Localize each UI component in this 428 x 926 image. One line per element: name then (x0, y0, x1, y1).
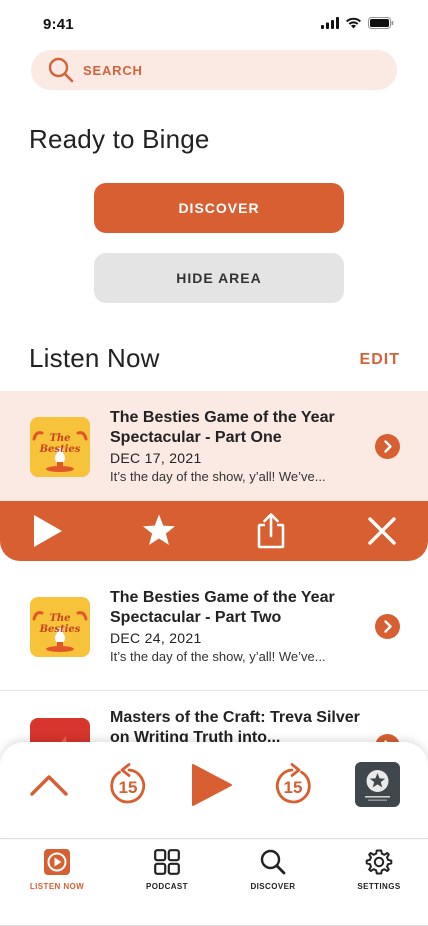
episode-date: DEC 17, 2021 (110, 450, 202, 466)
star-icon[interactable] (139, 511, 179, 551)
episode-description: It’s the day of the show, y’all! We’ve..… (110, 649, 326, 664)
play-button[interactable] (188, 762, 234, 808)
search-icon (48, 57, 74, 83)
tab-listen-now[interactable]: LISTEN NOW (12, 848, 102, 891)
episode-row[interactable]: The Besties The Besties Game of the Year… (0, 391, 428, 501)
share-icon[interactable] (251, 511, 291, 551)
chevron-up-icon[interactable] (28, 764, 70, 806)
section-title-listen-now: Listen Now (29, 343, 160, 373)
chevron-right-icon[interactable] (375, 434, 400, 459)
episode-row[interactable]: The Besties The Besties Game of the Year… (0, 571, 428, 681)
skip-forward-button[interactable]: 15 (272, 763, 314, 807)
podcast-artwork: The Besties (30, 417, 90, 477)
skip-back-seconds: 15 (118, 778, 138, 797)
tab-label: DISCOVER (250, 882, 296, 891)
battery-icon (368, 17, 394, 29)
gear-icon (365, 848, 393, 876)
search-icon (259, 848, 287, 876)
skip-forward-seconds: 15 (283, 778, 303, 797)
grid-icon (153, 848, 181, 876)
mini-player: 15 15 (0, 742, 428, 839)
podcast-artwork: The Besties (30, 597, 90, 657)
episode-date: DEC 24, 2021 (110, 630, 202, 646)
tab-podcast[interactable]: PODCAST (122, 848, 212, 891)
chevron-right-icon[interactable] (375, 614, 400, 639)
close-icon[interactable] (362, 511, 402, 551)
skip-back-button[interactable]: 15 (107, 763, 149, 807)
episode-action-bar (0, 501, 428, 561)
tab-label: SETTINGS (357, 882, 401, 891)
episode-row[interactable]: Masters of the Craft: Treva Silver on Wr… (0, 690, 428, 750)
episode-title: The Besties Game of the Year Spectacular… (110, 589, 335, 626)
signal-icon (321, 17, 339, 29)
play-square-icon (43, 848, 71, 876)
artwork-label: The Besties (39, 613, 81, 635)
artwork-label: The Besties (39, 433, 81, 455)
status-bar: 9:41 (0, 0, 428, 48)
episode-description: It’s the day of the show, y’all! We’ve..… (110, 469, 326, 484)
tab-label: PODCAST (146, 882, 188, 891)
status-icons (321, 17, 394, 29)
play-icon[interactable] (28, 511, 68, 551)
tab-settings[interactable]: SETTINGS (334, 848, 424, 891)
episode-title: The Besties Game of the Year Spectacular… (110, 409, 335, 446)
status-time: 9:41 (43, 16, 74, 33)
discover-button[interactable]: DISCOVER (94, 183, 344, 233)
tab-bar: LISTEN NOW PODCAST DISCOVER SETTINGS (0, 840, 428, 926)
tab-label: LISTEN NOW (29, 882, 85, 891)
tab-discover[interactable]: DISCOVER (228, 848, 318, 891)
search-input[interactable]: SEARCH (31, 50, 397, 90)
wifi-icon (346, 17, 361, 29)
hide-area-button[interactable]: HIDE AREA (94, 253, 344, 303)
edit-button[interactable]: EDIT (360, 351, 400, 369)
search-placeholder: SEARCH (83, 62, 143, 78)
section-title-binge: Ready to Binge (29, 124, 210, 154)
now-playing-artwork[interactable] (355, 762, 400, 807)
